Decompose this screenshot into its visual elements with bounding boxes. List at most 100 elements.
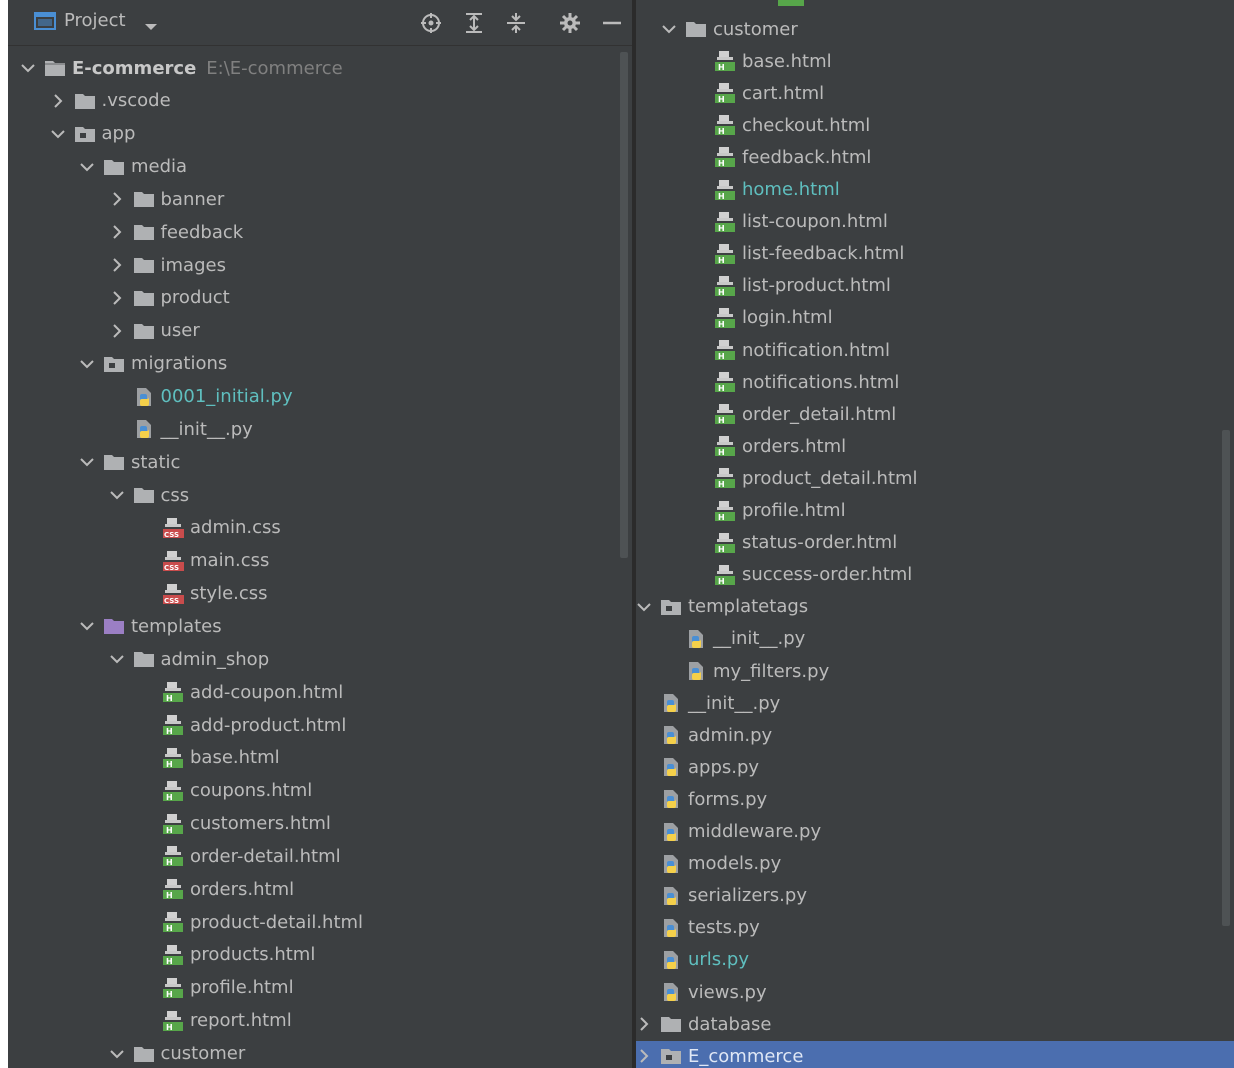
chevron-right-icon[interactable] — [109, 257, 125, 273]
tree-row-admin-css[interactable]: CSS admin.css — [8, 513, 618, 543]
tree-row-orders-html[interactable]: Horders.html — [636, 431, 1234, 461]
collapse-all-icon[interactable] — [505, 12, 527, 34]
tree-row-list-product-html[interactable]: Hlist-product.html — [636, 271, 1234, 301]
tree-row-profile-html[interactable]: Hprofile.html — [8, 973, 618, 1003]
tree-row-vscode[interactable]: .vscode — [8, 86, 618, 116]
tree-row-order-detail-html[interactable]: Horder-detail.html — [8, 841, 618, 871]
chevron-down-icon[interactable] — [109, 487, 125, 503]
tree-row-media[interactable]: media — [8, 152, 618, 182]
tree-row-base-html[interactable]: Hbase.html — [636, 46, 1234, 76]
tree-row-login-html[interactable]: Hlogin.html — [636, 303, 1234, 333]
tree-row-profile-html[interactable]: Hprofile.html — [636, 496, 1234, 526]
tree-row-coupons-html[interactable]: Hcoupons.html — [8, 776, 618, 806]
chevron-down-icon[interactable] — [50, 126, 66, 142]
chevron-right-icon[interactable] — [109, 290, 125, 306]
chevron-down-icon[interactable] — [79, 618, 95, 634]
chevron-down-icon[interactable] — [79, 454, 95, 470]
tree-row-orders-html[interactable]: Horders.html — [8, 874, 618, 904]
chevron-down-icon[interactable] — [109, 651, 125, 667]
tree-row-forms-py[interactable]: forms.py — [636, 784, 1234, 814]
tree-row-customer[interactable]: customer — [636, 14, 1234, 44]
chevron-right-icon[interactable] — [636, 1016, 652, 1032]
tree-row-product-detail-html[interactable]: Hproduct-detail.html — [8, 907, 618, 937]
tree-row-base-html[interactable]: Hbase.html — [8, 743, 618, 773]
tree-row-notifications-html[interactable]: Hnotifications.html — [636, 367, 1234, 397]
tree-row-init-py[interactable]: __init__.py — [636, 624, 1234, 654]
tree-row-init-py[interactable]: __init__.py — [8, 414, 618, 444]
package-folder-icon — [660, 1045, 682, 1067]
svg-text:H: H — [718, 127, 725, 136]
chevron-right-icon[interactable] — [109, 191, 125, 207]
chevron-down-icon[interactable] — [79, 356, 95, 372]
package-folder-icon — [74, 123, 96, 145]
tree-row-static[interactable]: static — [8, 447, 618, 477]
tree-row-templatetags[interactable]: templatetags — [636, 592, 1234, 622]
tree-row-admin-shop[interactable]: admin_shop — [8, 644, 618, 674]
tree-row-status-order-html[interactable]: Hstatus-order.html — [636, 528, 1234, 558]
tree-row-order-detail-html[interactable]: Horder_detail.html — [636, 399, 1234, 429]
project-view-selector[interactable]: Project — [34, 10, 158, 31]
chevron-right-icon[interactable] — [109, 224, 125, 240]
html-file-icon: H — [714, 243, 736, 265]
tree-row-my-filters-py[interactable]: my_filters.py — [636, 656, 1234, 686]
tree-row-customers-html[interactable]: Hcustomers.html — [8, 809, 618, 839]
tree-row-main-css[interactable]: CSS main.css — [8, 546, 618, 576]
tree-row-models-py[interactable]: models.py — [636, 849, 1234, 879]
expand-all-icon[interactable] — [463, 12, 485, 34]
tree-row-list-coupon-html[interactable]: Hlist-coupon.html — [636, 207, 1234, 237]
tree-row-views-py[interactable]: views.py — [636, 977, 1234, 1007]
tree-row-init-py[interactable]: __init__.py — [636, 688, 1234, 718]
tree-row-style-css[interactable]: CSS style.css — [8, 579, 618, 609]
tree-row-product[interactable]: product — [8, 283, 618, 313]
tree-row-add-coupon-html[interactable]: Hadd-coupon.html — [8, 677, 618, 707]
scrollbar-left[interactable] — [620, 52, 628, 558]
tree-row-css[interactable]: css — [8, 480, 618, 510]
tree-row-checkout-html[interactable]: Hcheckout.html — [636, 110, 1234, 140]
tree-row-product-detail-html[interactable]: Hproduct_detail.html — [636, 463, 1234, 493]
chevron-right-icon[interactable] — [50, 93, 66, 109]
chevron-right-icon[interactable] — [636, 1048, 652, 1064]
tree-row-e-commerce[interactable]: E_commerce — [636, 1041, 1234, 1068]
tree-row-cart-html[interactable]: Hcart.html — [636, 78, 1234, 108]
tree-row-user[interactable]: user — [8, 316, 618, 346]
tree-row-images[interactable]: images — [8, 250, 618, 280]
gear-icon[interactable] — [559, 12, 581, 34]
tree-row-feedback-html[interactable]: Hfeedback.html — [636, 142, 1234, 172]
tree-row-e-commerce[interactable]: E-commerce E:\E-commerce — [8, 53, 618, 83]
tree-row-0001-initial-py[interactable]: 0001_initial.py — [8, 382, 618, 412]
tree-row-serializers-py[interactable]: serializers.py — [636, 881, 1234, 911]
tree-row-notification-html[interactable]: Hnotification.html — [636, 335, 1234, 365]
tree-item-label: login.html — [742, 307, 833, 329]
tree-row-migrations[interactable]: migrations — [8, 349, 618, 379]
html-file-icon: H — [162, 747, 184, 769]
tree-row-products-html[interactable]: Hproducts.html — [8, 940, 618, 970]
tree-row-templates[interactable]: templates — [8, 611, 618, 641]
html-file-icon: H — [714, 435, 736, 457]
tree-row-banner[interactable]: banner — [8, 184, 618, 214]
chevron-down-icon[interactable] — [79, 159, 95, 175]
chevron-down-icon[interactable] — [20, 60, 36, 76]
tree-row-add-product-html[interactable]: Hadd-product.html — [8, 710, 618, 740]
chevron-down-icon[interactable] — [636, 599, 652, 615]
tree-row-middleware-py[interactable]: middleware.py — [636, 817, 1234, 847]
chevron-down-icon[interactable] — [109, 1046, 125, 1062]
chevron-right-icon[interactable] — [109, 323, 125, 339]
tree-row-customer[interactable]: customer — [8, 1039, 618, 1068]
scrollbar-right[interactable] — [1222, 430, 1230, 926]
tree-row-report-html[interactable]: Hreport.html — [8, 1006, 618, 1036]
hide-icon[interactable] — [601, 12, 623, 34]
tree-row-success-order-html[interactable]: Hsuccess-order.html — [636, 560, 1234, 590]
tree-row-admin-py[interactable]: admin.py — [636, 720, 1234, 750]
locate-icon[interactable] — [420, 12, 442, 34]
tree-row-database[interactable]: database — [636, 1009, 1234, 1039]
tree-row-home-html[interactable]: Hhome.html — [636, 175, 1234, 205]
tree-row-app[interactable]: app — [8, 119, 618, 149]
tree-row-urls-py[interactable]: urls.py — [636, 945, 1234, 975]
tree-row-list-feedback-html[interactable]: Hlist-feedback.html — [636, 239, 1234, 269]
tree-row-apps-py[interactable]: apps.py — [636, 752, 1234, 782]
tree-row-feedback[interactable]: feedback — [8, 217, 618, 247]
chevron-down-icon[interactable] — [661, 21, 677, 37]
tree-row-tests-py[interactable]: tests.py — [636, 913, 1234, 943]
